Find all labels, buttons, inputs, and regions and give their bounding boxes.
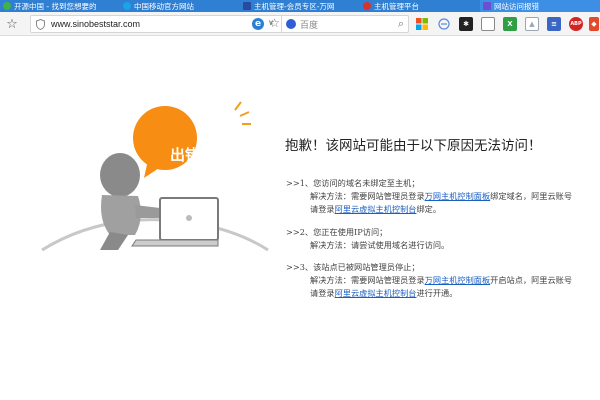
reason-solution: 解决方法：需要网站管理员登录万网主机控制面板开启站点，阿里云账号: [286, 274, 572, 287]
solution-text: 解决方法：需要网站管理员登录: [310, 191, 425, 201]
reason-2: >>2、您正在使用IP访问； 解决方法：请尝试使用域名进行访问。: [286, 226, 449, 252]
china-mobile-icon: [123, 2, 131, 10]
address-bar[interactable]: www.sinobeststar.com e ☆: [30, 15, 285, 33]
tab-label: 中国移动官方网站: [134, 1, 194, 11]
tab-host-management[interactable]: 主机管理-会员专区-万网: [240, 0, 360, 12]
favorite-star-button[interactable]: ☆: [4, 16, 20, 32]
tab-label: 开源中国 - 找到您想要的: [14, 1, 97, 11]
windows-icon[interactable]: [415, 17, 429, 31]
reason-1: >>1、您访问的域名未绑定至主机； 解决方法：需要网站管理员登录万网主机控制面板…: [286, 177, 572, 216]
url-text: www.sinobeststar.com: [51, 19, 141, 29]
x-icon[interactable]: X: [503, 17, 517, 31]
host-platform-icon: [363, 2, 371, 10]
reason-solution: 解决方法：请尝试使用域名进行访问。: [286, 239, 449, 252]
error-illustration: 出错啦！: [40, 100, 270, 270]
wanwang-icon: [243, 2, 251, 10]
aliyun-console-link[interactable]: 阿里云虚拟主机控制台: [335, 204, 417, 214]
bubble-text: 出错啦！: [170, 146, 231, 164]
solution-text: 绑定域名，阿里云账号: [490, 191, 573, 201]
oschina-icon: [3, 2, 11, 10]
tab-oschina[interactable]: 开源中国 - 找到您想要的: [0, 0, 120, 12]
document-icon[interactable]: ≡: [547, 17, 561, 31]
site-error-icon: [483, 2, 491, 10]
minus-circle-icon[interactable]: [437, 17, 451, 31]
tab-label: 主机管理平台: [374, 1, 419, 11]
page-title: 抱歉！该网站可能由于以下原因无法访问！: [285, 138, 542, 154]
solution-text: 请登录: [310, 288, 335, 298]
reason-solution: 解决方法：需要网站管理员登录万网主机控制面板绑定域名，阿里云账号: [286, 190, 572, 203]
solution-text: 绑定。: [416, 204, 442, 214]
solution-text: 开启站点，阿里云账号: [490, 275, 573, 285]
wanwang-panel-link[interactable]: 万网主机控制面板: [425, 275, 491, 285]
reason-solution: 请登录阿里云虚拟主机控制台进行开通。: [286, 287, 572, 300]
aliyun-console-link[interactable]: 阿里云虚拟主机控制台: [335, 288, 417, 298]
solution-text: 解决方法：请尝试使用域名进行访问。: [310, 240, 450, 250]
reason-3: >>3、该站点已被网站管理员停止； 解决方法：需要网站管理员登录万网主机控制面板…: [286, 261, 572, 300]
baidu-icon: [286, 19, 296, 29]
tab-label: 主机管理-会员专区-万网: [254, 1, 335, 11]
solution-text: 解决方法：需要网站管理员登录: [310, 275, 425, 285]
chevron-down-icon[interactable]: ∨: [268, 18, 274, 27]
solution-text: 进行开通。: [416, 288, 458, 298]
abp-icon[interactable]: ABP: [569, 17, 583, 31]
tab-host-platform[interactable]: 主机管理平台: [360, 0, 480, 12]
wanwang-panel-link[interactable]: 万网主机控制面板: [425, 191, 491, 201]
shield-icon: [35, 18, 46, 30]
solution-text: 请登录: [310, 204, 335, 214]
search-placeholder: 百度: [300, 20, 319, 31]
tab-site-error[interactable]: 网站访问报错: [480, 0, 600, 12]
sun-icon[interactable]: ✱: [459, 17, 473, 31]
reason-solution: 请登录阿里云虚拟主机控制台绑定。: [286, 203, 572, 216]
square-icon[interactable]: [481, 17, 495, 31]
browser-toolbar: ☆ www.sinobeststar.com e ☆ ∨ 百度 ⌕ ✱ X ▲ …: [0, 12, 600, 36]
tab-china-mobile[interactable]: 中国移动官方网站: [120, 0, 240, 12]
tab-label: 网站访问报错: [494, 1, 539, 11]
tab-strip: 开源中国 - 找到您想要的 中国移动官方网站 主机管理-会员专区-万网 主机管理…: [0, 0, 600, 12]
reason-heading: >>3、该站点已被网站管理员停止；: [286, 262, 420, 272]
search-icon[interactable]: ⌕: [398, 17, 404, 31]
reason-heading: >>1、您访问的域名未绑定至主机；: [286, 178, 420, 188]
extension-icon[interactable]: ◆: [589, 17, 599, 31]
photo-icon[interactable]: ▲: [525, 17, 539, 31]
search-box[interactable]: 百度 ⌕: [281, 15, 409, 33]
ie-engine-icon[interactable]: e: [252, 18, 264, 30]
reason-heading: >>2、您正在使用IP访问；: [286, 227, 388, 237]
